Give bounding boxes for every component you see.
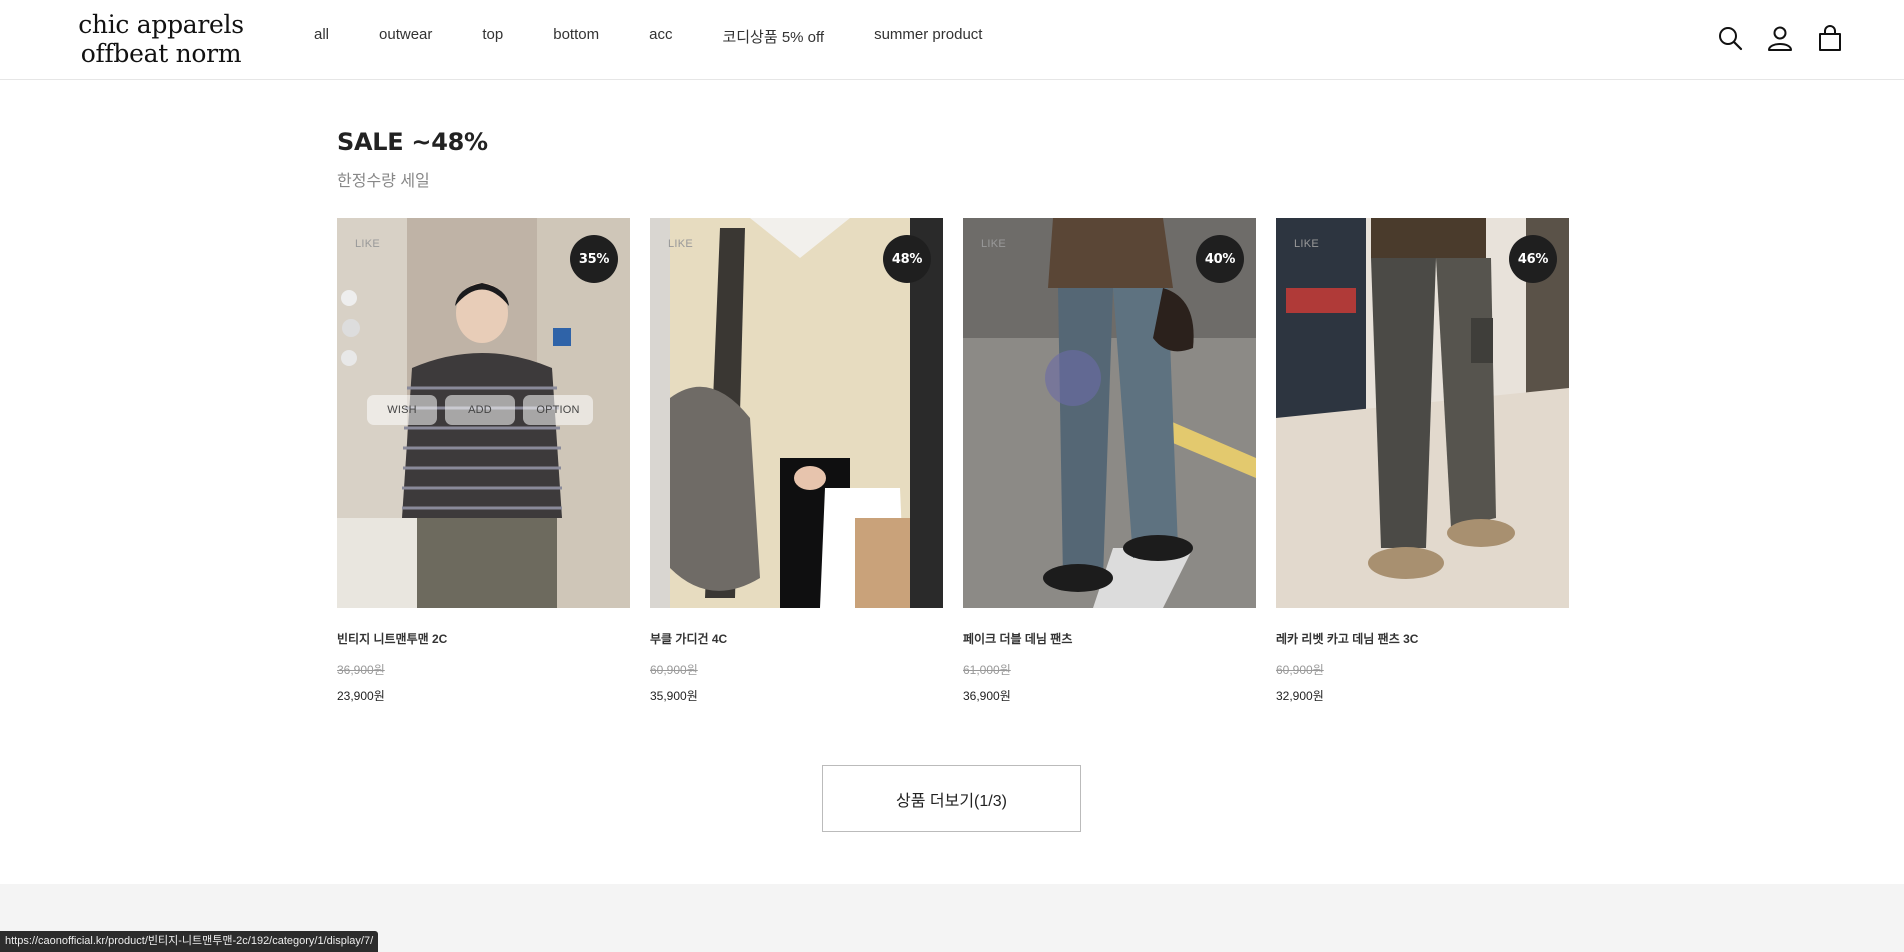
search-icon[interactable] bbox=[1716, 24, 1744, 52]
sale-price: 23,900원 bbox=[337, 689, 385, 703]
sale-price: 35,900원 bbox=[650, 689, 698, 703]
nav-item-top[interactable]: top bbox=[482, 26, 503, 47]
discount-badge: 35% bbox=[570, 235, 618, 283]
product-image[interactable]: LIKE 48% bbox=[650, 218, 943, 608]
product-image[interactable]: LIKE 35% WISH ADD OPTION bbox=[337, 218, 630, 608]
original-price: 60,900원 bbox=[650, 663, 698, 677]
discount-badge: 40% bbox=[1196, 235, 1244, 283]
brand-line-2: offbeat norm bbox=[80, 39, 242, 68]
nav-item-all[interactable]: all bbox=[314, 26, 329, 47]
like-label[interactable]: LIKE bbox=[668, 238, 693, 250]
like-label[interactable]: LIKE bbox=[355, 238, 380, 250]
nav-item-bottom[interactable]: bottom bbox=[553, 26, 599, 47]
nav-item-coordi[interactable]: 코디상품 5% off bbox=[722, 26, 824, 47]
product-image[interactable]: LIKE 46% bbox=[1276, 218, 1569, 608]
header-actions bbox=[1716, 24, 1844, 52]
product-card[interactable]: LIKE 40% 페이크 더블 데님 팬츠 61,000원 36,900원 bbox=[963, 218, 1256, 704]
sale-price: 32,900원 bbox=[1276, 689, 1324, 703]
product-card[interactable]: LIKE 35% WISH ADD OPTION 빈티지 니트맨투맨 2C 36… bbox=[337, 218, 630, 704]
discount-badge: 46% bbox=[1509, 235, 1557, 283]
discount-badge: 48% bbox=[883, 235, 931, 283]
wish-button[interactable]: WISH bbox=[367, 395, 437, 425]
option-button[interactable]: OPTION bbox=[523, 395, 593, 425]
brand-logo[interactable]: chic apparels offbeat norm bbox=[76, 10, 246, 68]
product-image[interactable]: LIKE 40% bbox=[963, 218, 1256, 608]
add-button[interactable]: ADD bbox=[445, 395, 515, 425]
like-label[interactable]: LIKE bbox=[1294, 238, 1319, 250]
section-title: SALE ~48% bbox=[337, 128, 488, 156]
original-price: 36,900원 bbox=[337, 663, 385, 677]
product-name[interactable]: 빈티지 니트맨투맨 2C bbox=[337, 630, 630, 647]
product-card[interactable]: LIKE 48% 부클 가디건 4C 60,900원 35,900원 bbox=[650, 218, 943, 704]
cart-icon[interactable] bbox=[1816, 24, 1844, 52]
product-name[interactable]: 부클 가디건 4C bbox=[650, 630, 943, 647]
nav-item-summer[interactable]: summer product bbox=[874, 26, 982, 47]
product-card[interactable]: LIKE 46% 레카 리벳 카고 데님 팬츠 3C 60,900원 32,90… bbox=[1276, 218, 1569, 704]
original-price: 61,000원 bbox=[963, 663, 1011, 677]
original-price: 60,900원 bbox=[1276, 663, 1324, 677]
site-header: chic apparels offbeat norm all outwear t… bbox=[0, 0, 1904, 80]
status-bar-url: https://caonofficial.kr/product/빈티지-니트맨투… bbox=[0, 931, 379, 952]
section-subtitle: 한정수량 세일 bbox=[337, 173, 430, 190]
hover-actions: WISH ADD OPTION bbox=[367, 395, 593, 425]
nav-item-outwear[interactable]: outwear bbox=[379, 26, 432, 47]
product-grid: LIKE 35% WISH ADD OPTION 빈티지 니트맨투맨 2C 36… bbox=[337, 218, 1569, 704]
load-more-button[interactable]: 상품 더보기(1/3) bbox=[822, 765, 1081, 832]
product-name[interactable]: 레카 리벳 카고 데님 팬츠 3C bbox=[1276, 630, 1569, 647]
user-icon[interactable] bbox=[1766, 24, 1794, 52]
sale-price: 36,900원 bbox=[963, 689, 1011, 703]
brand-line-1: chic apparels bbox=[78, 10, 244, 39]
product-name[interactable]: 페이크 더블 데님 팬츠 bbox=[963, 630, 1256, 647]
main-nav: all outwear top bottom acc 코디상품 5% off s… bbox=[314, 26, 982, 47]
like-label[interactable]: LIKE bbox=[981, 238, 1006, 250]
nav-item-acc[interactable]: acc bbox=[649, 26, 672, 47]
